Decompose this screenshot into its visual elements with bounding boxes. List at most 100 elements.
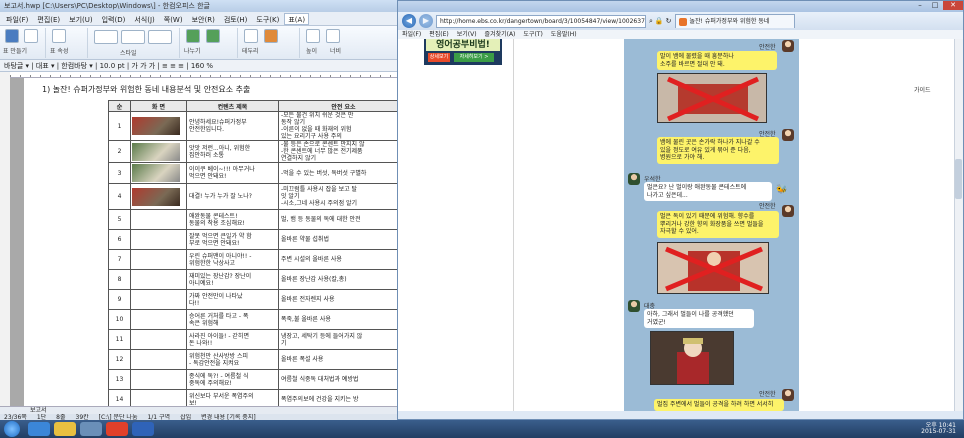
safety-cell: 여름철 식중독 대처법과 예방법	[278, 369, 398, 390]
menu-view[interactable]: 보기(U)	[65, 13, 96, 25]
menu-format[interactable]: 서식(J)	[130, 13, 158, 25]
header-title: 컨텐츠 제목	[186, 100, 279, 112]
chat-bubble: 벌은요? 난 벌이랑 애완동물 콘테스트에 나가고 싶은데...	[644, 182, 772, 201]
content-title-cell: 애완동물 콘테스트! 동물의 착용 조심해요!	[186, 209, 279, 230]
page-content: 영어공부비법! 상세보기 자세히보기 > 안전한 말이 뱀에 물렸을 때 흥분하…	[398, 39, 963, 411]
content-title-line: 동물의 착용 조심해요!	[189, 219, 245, 227]
refresh-icon[interactable]: ↻	[666, 17, 672, 26]
table-row[interactable]: 3 이이쿠 베이~!!! 아무거나 먹으면 안돼요! -먹을 수 있는 버섯, 독버섯…	[108, 162, 398, 184]
start-button-icon[interactable]	[4, 421, 20, 437]
table-row[interactable]: 6 잘못 먹으면 큰일가 약 함 부로 먹으면 안돼요! 올바른 약물 섭취법	[108, 229, 398, 250]
cell-props-icon[interactable]	[24, 29, 38, 43]
hwp-ribbon: 표 만들기 표 속성 스타일 나누기 테두리 높이 너비	[0, 26, 398, 60]
bmenu-file[interactable]: 파일(F)	[402, 30, 421, 39]
hwp-taskbar-icon[interactable]	[132, 422, 154, 436]
browser-tab[interactable]: 놀잔! 슈퍼가정부와 위험한 동네	[674, 14, 795, 28]
bmenu-help[interactable]: 도움말(H)	[551, 30, 577, 39]
scrollbar-thumb[interactable]	[955, 159, 962, 199]
ad-detail-button[interactable]: 상세보기	[428, 53, 450, 62]
page-scrollbar[interactable]	[954, 39, 963, 411]
table-row[interactable]: 8 재미있는 장난감? 장난이 아니예요! 올바른 장난감 사용(칼,총)	[108, 269, 398, 290]
bee-icon: 🐝	[776, 185, 788, 195]
row-number: 14	[108, 389, 131, 406]
border-icon[interactable]	[244, 29, 258, 43]
hwp-doc-tabs: 보고서	[0, 406, 398, 414]
content-title-line: 위험한한 낙상사고	[189, 259, 236, 267]
row-number: 2	[108, 140, 131, 163]
menu-file[interactable]: 파일(F)	[2, 13, 32, 25]
style-swatch-3[interactable]	[148, 30, 172, 44]
table-row[interactable]: 13 종식에 독?! - 여름철 식 중독에 주의해요! 여름철 식중독 대처법과 예…	[108, 369, 398, 390]
menu-table[interactable]: 표(A)	[284, 12, 310, 25]
ie-taskbar-icon[interactable]	[28, 422, 50, 436]
row-height-icon[interactable]	[306, 29, 320, 43]
content-title-line: 위신보다 부서운 폭염주의	[189, 392, 254, 400]
bmenu-tools[interactable]: 도구(T)	[523, 30, 542, 39]
col-width-icon[interactable]	[326, 29, 340, 43]
merge-cells-icon[interactable]	[206, 29, 220, 43]
table-row[interactable]: 9 가짜 안전만이 나타났 다!! 올바른 전자렌지 사용	[108, 289, 398, 310]
search-icon[interactable]: ⌕	[649, 17, 653, 26]
system-tray-clock[interactable]: 오후 10:41 2015-07-31	[921, 423, 956, 435]
safety-line: -모든 물건 위치 쉬운 것은 만	[281, 112, 354, 120]
content-title-line: 대결! 누가 누가 잘 노나?	[189, 193, 252, 200]
ribbon-group-table: 표 만들기	[2, 28, 46, 58]
content-title-line: 다!!	[189, 299, 200, 307]
hwp-format-toolbar[interactable]: 바탕글 ▾ | 대표 ▾ | 한컴바탕 ▾ | 10.0 pt | 가 가 가 …	[0, 60, 398, 72]
scene-cell	[130, 140, 187, 163]
media-taskbar-icon[interactable]	[80, 422, 102, 436]
scene-cell	[130, 309, 187, 330]
scene-cell	[130, 289, 187, 310]
row-number: 4	[108, 183, 131, 210]
table-row[interactable]: 4 대결! 누가 누가 잘 노나? -미끄럼틀 사용시 잡을 보고 탈 잇 알기 -시…	[108, 183, 398, 210]
style-swatch-1[interactable]	[94, 30, 118, 44]
back-icon[interactable]: ◀	[402, 14, 416, 28]
menu-edit[interactable]: 편집(E)	[33, 13, 64, 25]
content-divider	[513, 39, 514, 411]
lock-icon[interactable]: 🔒	[655, 17, 664, 26]
bmenu-edit[interactable]: 편집(E)	[429, 30, 449, 39]
split-cells-icon[interactable]	[186, 29, 200, 43]
row-number: 5	[108, 209, 131, 230]
bmenu-view[interactable]: 보기(V)	[457, 30, 477, 39]
scene-cell	[130, 349, 187, 370]
english-ad-banner[interactable]: 영어공부비법! 상세보기 자세히보기 >	[424, 39, 502, 65]
menu-tools[interactable]: 도구(K)	[252, 13, 283, 25]
close-button[interactable]: ✕	[943, 1, 963, 10]
content-table[interactable]: 순 화 면 컨텐츠 제목 안전 요소 1 안녕하세요!슈퍼가정부 안전한입니다. -모…	[108, 100, 398, 406]
address-bar[interactable]: http://home.ebs.co.kr/dangertown/board/3…	[436, 14, 646, 28]
scene-thumbnail	[132, 142, 180, 161]
bmenu-favorites[interactable]: 즐겨찾기(A)	[485, 30, 516, 39]
chrome-taskbar-icon[interactable]	[106, 422, 128, 436]
menu-security[interactable]: 보안(R)	[188, 13, 219, 25]
folder-taskbar-icon[interactable]	[54, 422, 76, 436]
safety-cell: 올바른 약물 섭취법	[278, 229, 398, 250]
ad-more-button[interactable]: 자세히보기 >	[454, 53, 494, 62]
maximize-button[interactable]: □	[928, 1, 942, 10]
menu-review[interactable]: 검토(H)	[220, 13, 252, 25]
forward-icon[interactable]: ▶	[419, 14, 433, 28]
safety-line: -물 등은 손으로 콘센트 만지지 않	[281, 141, 365, 149]
content-title-line: 승어른 거처를 타고 - 폭	[189, 312, 249, 320]
table-row[interactable]: 2 앗앗 저런...아니, 위험한 집안하러 소통 -물 등은 손으로 콘센트 만지지…	[108, 140, 398, 163]
table-row[interactable]: 5 애완동물 콘테스트! 동물의 착용 조심해요! 벌, 뱀 등 동물의 독에 대한 …	[108, 209, 398, 230]
cell-fill-icon[interactable]	[264, 29, 278, 43]
table-create-icon[interactable]	[5, 29, 19, 43]
table-row[interactable]: 14 위신보다 부서운 폭염주의 보! 폭염주의보에 건강을 지키는 방	[108, 389, 398, 406]
hwp-document-area[interactable]: 1) 놀잔! 슈퍼가정부와 위험한 동네 내용분석 및 안전요소 추출 순 화 …	[10, 78, 398, 406]
table-row[interactable]: 7 우린 슈퍼맨이 아니야!! - 위험한한 낙상사고 주변 시설의 올바른 사용	[108, 249, 398, 270]
chat-bubble: 벌은 독이 있기 때문에 위험해. 향수를 뿌리거나 강한 향의 화장품을 쓰면…	[657, 211, 779, 238]
table-row[interactable]: 1 안녕하세요!슈퍼가정부 안전한입니다. -모든 물건 위치 쉬운 것은 만 동작 …	[108, 111, 398, 141]
table-row[interactable]: 11 사라진 아이들! - 갇히면 돈 나와!! 냉장고, 세탁기 등에 들어가지 않…	[108, 329, 398, 350]
avatar-icon	[782, 129, 794, 141]
table-props-icon[interactable]	[52, 29, 66, 43]
minimize-button[interactable]: –	[913, 1, 927, 10]
menu-insert[interactable]: 입력(D)	[98, 13, 130, 25]
menu-page[interactable]: 쪽(W)	[160, 13, 187, 25]
scene-thumbnail	[132, 117, 180, 135]
doc-tab[interactable]: 보고서	[30, 407, 47, 414]
style-swatch-2[interactable]	[121, 30, 145, 44]
table-row[interactable]: 12 위험천만 산사방방 스피 - 독감안전을 지켜요 올바른 폭설 사용	[108, 349, 398, 370]
table-row[interactable]: 10 승어른 거처를 타고 - 폭 속은 위험해 폭죽,불 올바른 사용	[108, 309, 398, 330]
ribbon-label-width: 너비	[330, 48, 342, 55]
